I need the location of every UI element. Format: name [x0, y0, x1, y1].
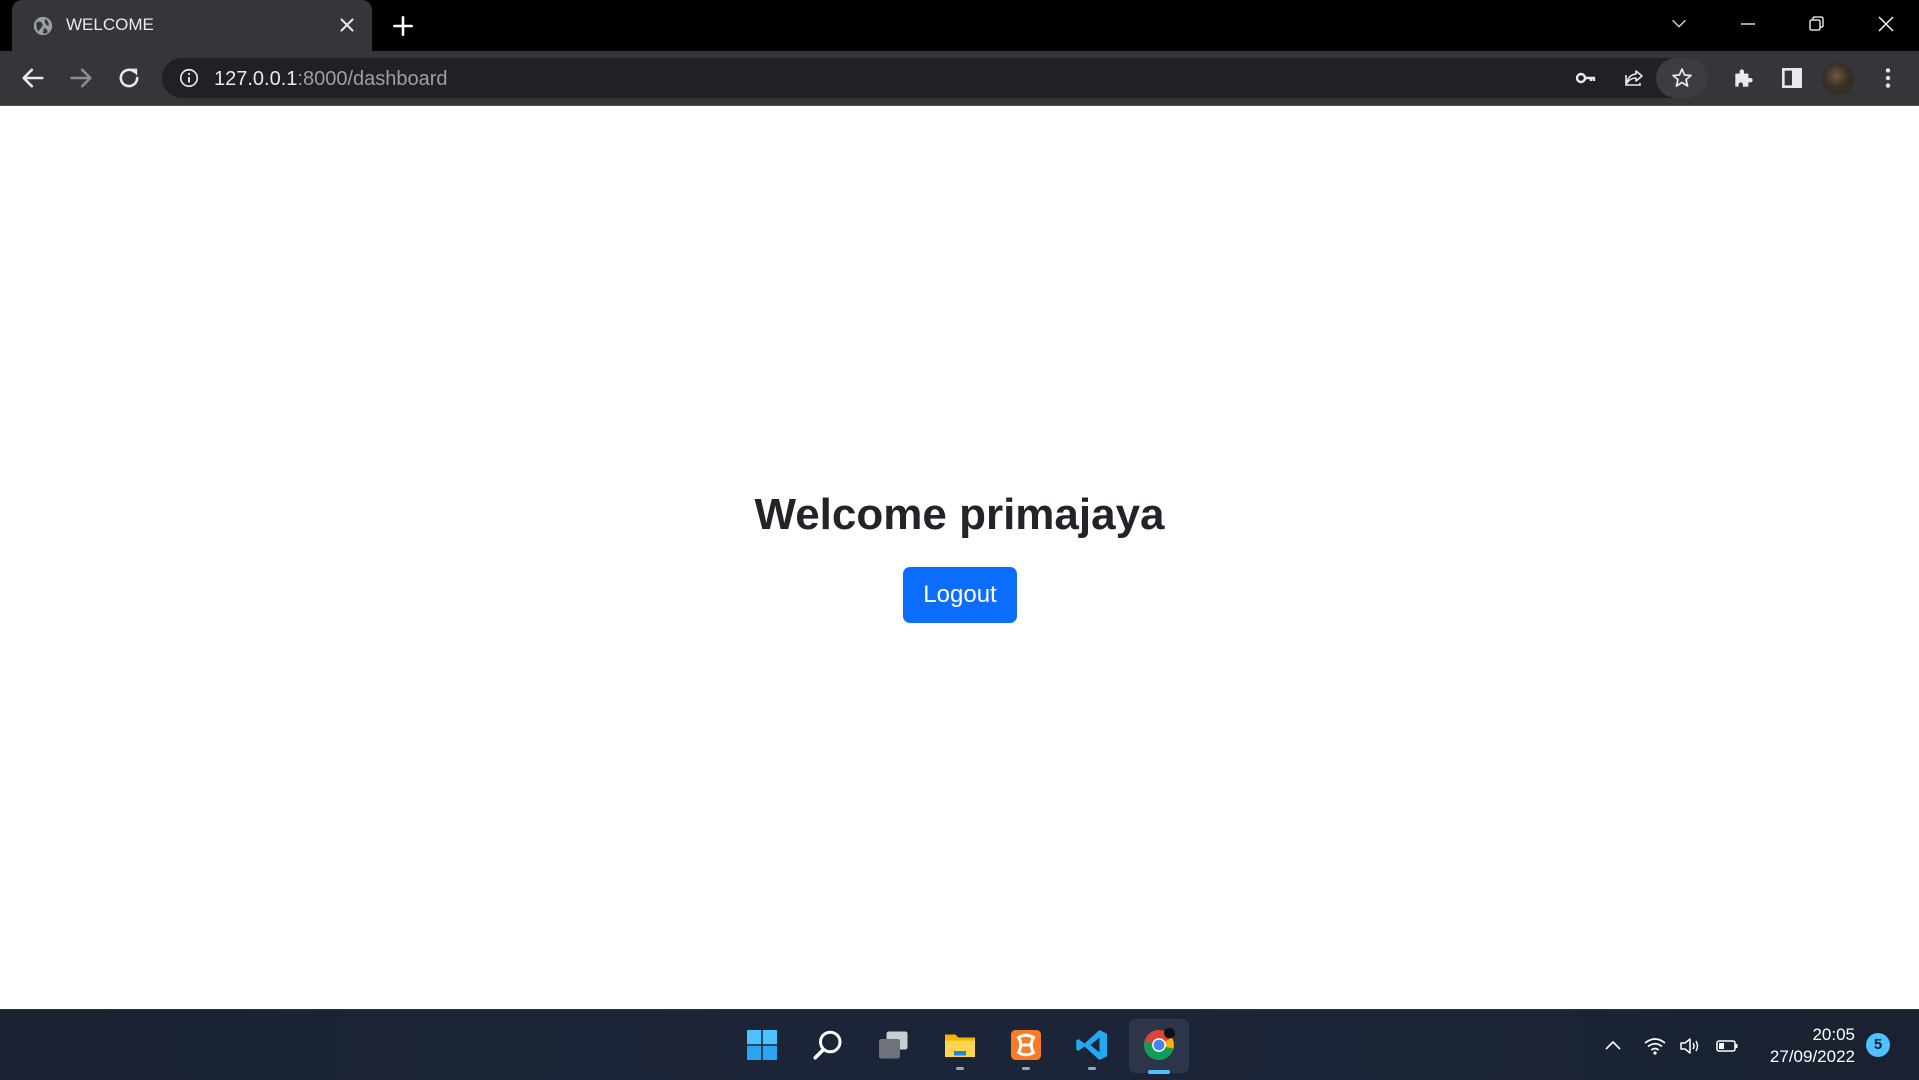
- reload-icon[interactable]: [115, 64, 143, 92]
- extensions-puzzle-icon[interactable]: [1731, 65, 1757, 91]
- active-app-indicator: [1148, 1070, 1170, 1074]
- browser-toolbar: 127.0.0.1:8000/dashboard: [0, 51, 1919, 106]
- battery-icon[interactable]: [1715, 1034, 1739, 1058]
- url-text[interactable]: 127.0.0.1:8000/dashboard: [214, 68, 448, 91]
- side-panel-icon[interactable]: [1779, 65, 1805, 91]
- url-host: 127.0.0.1: [214, 68, 298, 90]
- share-icon[interactable]: [1622, 66, 1646, 90]
- wifi-icon[interactable]: [1643, 1034, 1667, 1058]
- address-bar[interactable]: 127.0.0.1:8000/dashboard: [162, 58, 1708, 98]
- tab-strip: WELCOME: [0, 0, 1919, 51]
- start-button[interactable]: [740, 1023, 784, 1067]
- profile-avatar[interactable]: [1822, 63, 1854, 95]
- page-content: Welcome primajaya Logout: [0, 106, 1919, 1009]
- star-icon: [1672, 68, 1692, 87]
- file-explorer-button[interactable]: [938, 1023, 982, 1070]
- task-view-icon: [879, 1031, 908, 1059]
- close-tab-icon[interactable]: [336, 14, 358, 36]
- forward-icon[interactable]: [67, 64, 95, 92]
- taskbar-search-button[interactable]: [806, 1023, 850, 1067]
- search-icon: [813, 1030, 842, 1060]
- running-indicator: [1088, 1067, 1096, 1070]
- volume-icon[interactable]: [1678, 1034, 1702, 1058]
- password-key-icon[interactable]: [1574, 66, 1598, 90]
- globe-icon: [33, 16, 53, 36]
- chrome-icon: [1144, 1027, 1175, 1060]
- restore-icon[interactable]: [1804, 12, 1828, 36]
- system-clock[interactable]: 20:05 27/09/2022: [1770, 1024, 1855, 1068]
- back-icon[interactable]: [19, 64, 47, 92]
- xampp-button[interactable]: [1004, 1023, 1048, 1070]
- logout-button[interactable]: Logout: [903, 567, 1017, 623]
- new-tab-icon[interactable]: [390, 13, 416, 39]
- notification-badge[interactable]: 5: [1866, 1033, 1890, 1057]
- tab-search-icon[interactable]: [1668, 12, 1690, 34]
- menu-kebab-icon[interactable]: [1875, 65, 1901, 91]
- windows-logo-icon: [747, 1030, 777, 1060]
- show-hidden-icons-chevron-icon[interactable]: [1601, 1034, 1625, 1058]
- tab-title: WELCOME: [66, 15, 154, 34]
- url-path: :8000/dashboard: [297, 68, 448, 90]
- browser-tab[interactable]: WELCOME: [12, 0, 372, 51]
- running-indicator: [956, 1067, 964, 1070]
- folder-icon: [945, 1034, 975, 1057]
- running-indicator: [1022, 1067, 1030, 1070]
- xampp-icon: [1011, 1030, 1041, 1060]
- close-window-icon[interactable]: [1874, 12, 1898, 36]
- chrome-button[interactable]: [1137, 1023, 1181, 1067]
- taskbar: 20:05 27/09/2022 5: [0, 1009, 1919, 1080]
- vscode-button[interactable]: [1070, 1023, 1114, 1070]
- task-view-button[interactable]: [872, 1023, 916, 1067]
- minimize-icon[interactable]: [1736, 12, 1760, 36]
- welcome-heading: Welcome primajaya: [754, 490, 1165, 539]
- bookmark-button[interactable]: [1656, 58, 1708, 98]
- vscode-icon: [1076, 1030, 1107, 1060]
- clock-time: 20:05: [1812, 1025, 1855, 1044]
- site-info-icon[interactable]: [178, 67, 200, 89]
- clock-date: 27/09/2022: [1769, 1047, 1855, 1066]
